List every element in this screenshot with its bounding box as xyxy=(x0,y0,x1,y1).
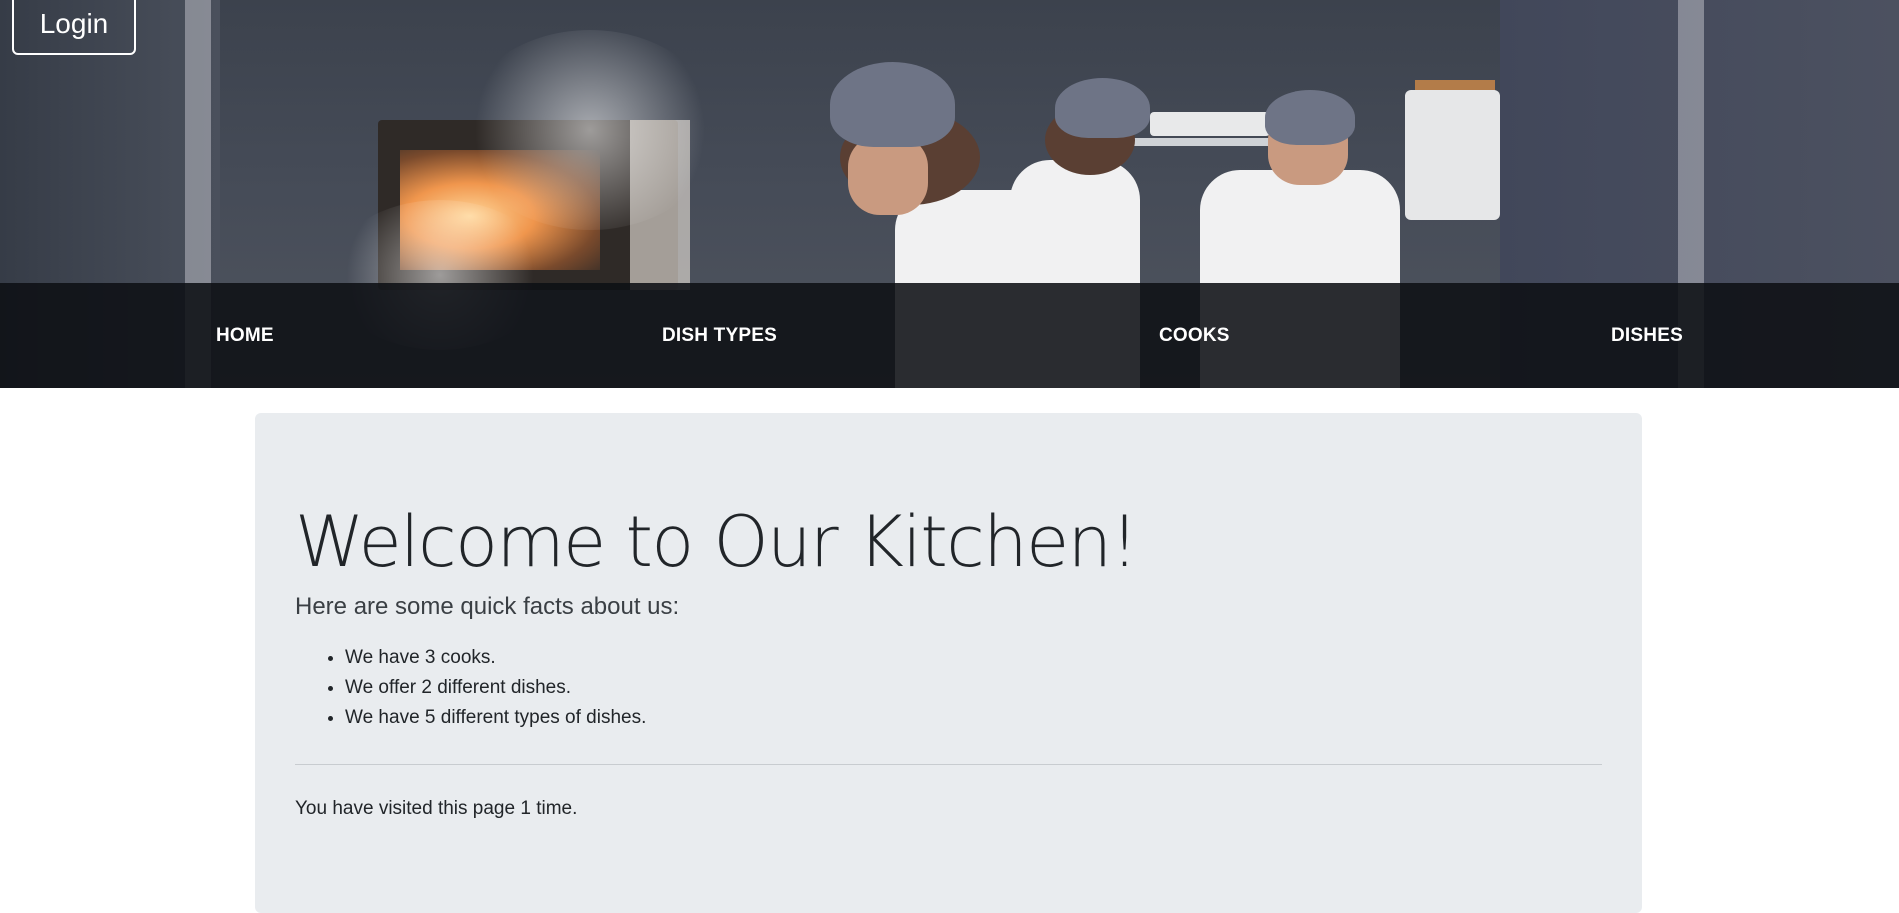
hero-shelf xyxy=(1120,138,1280,146)
lead-text: Here are some quick facts about us: xyxy=(295,593,680,620)
main-navbar: HOME DISH TYPES COOKS DISHES xyxy=(0,283,1899,388)
list-item: We have 5 different types of dishes. xyxy=(345,703,646,733)
welcome-jumbotron: Welcome to Our Kitchen! Here are some qu… xyxy=(255,413,1642,913)
facts-list: We have 3 cooks. We offer 2 different di… xyxy=(295,643,646,733)
page-title: Welcome to Our Kitchen! xyxy=(295,501,1139,583)
login-button[interactable]: Login xyxy=(12,0,136,55)
visit-counter-text: You have visited this page 1 time. xyxy=(295,798,578,819)
divider xyxy=(295,764,1602,765)
list-item: We offer 2 different dishes. xyxy=(345,673,646,703)
list-item: We have 3 cooks. xyxy=(345,643,646,673)
nav-home-link[interactable]: HOME xyxy=(216,283,274,388)
nav-dish-types-link[interactable]: DISH TYPES xyxy=(662,283,777,388)
hero-steam xyxy=(460,30,720,230)
nav-dishes-link[interactable]: DISHES xyxy=(1611,283,1683,388)
nav-cooks-link[interactable]: COOKS xyxy=(1159,283,1230,388)
hero-plates xyxy=(1150,112,1270,136)
hero-machine xyxy=(1405,90,1500,220)
